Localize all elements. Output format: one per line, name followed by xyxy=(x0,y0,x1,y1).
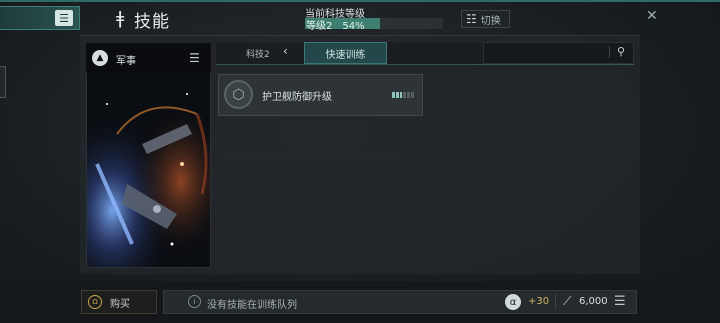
resource-divider xyxy=(555,294,556,309)
syringe-icon: ⟋ xyxy=(563,294,572,308)
bonus-value: +30 xyxy=(528,296,550,307)
category-title: 军事 xyxy=(116,56,136,67)
skill-label: 护卫舰防御升级 xyxy=(262,92,332,103)
queue-status-text: 没有技能在训练队列 xyxy=(207,300,297,311)
progress-segment xyxy=(399,92,403,98)
alpha-icon: α xyxy=(505,294,521,310)
chevron-left-icon[interactable]: ‹ xyxy=(283,44,288,58)
progress-segment xyxy=(411,92,414,98)
info-icon: i xyxy=(188,295,201,308)
menu-icon: ☰ xyxy=(55,10,73,26)
dna-icon: ǂ xyxy=(116,8,125,29)
category-menu-icon[interactable]: ☰ xyxy=(189,51,200,65)
background-ghost xyxy=(235,180,345,188)
progress-segment xyxy=(395,92,399,98)
tech-percent: 54% xyxy=(342,21,365,32)
coin-icon: Ω xyxy=(88,295,102,309)
search-divider xyxy=(609,46,610,58)
tab-breadcrumb[interactable]: 科技2 xyxy=(246,47,270,60)
search-icon[interactable]: ⚲ xyxy=(617,45,625,58)
buy-button[interactable]: Ω 购买 xyxy=(81,290,157,314)
background-ghost xyxy=(222,150,402,160)
progress-segment xyxy=(407,92,411,98)
progress-segment xyxy=(392,92,395,98)
switch-label: 切换 xyxy=(480,15,501,27)
tech-progress-text: 等级2 54% xyxy=(306,17,365,32)
progress-segment xyxy=(403,92,407,98)
close-icon[interactable]: ✕ xyxy=(646,8,658,24)
queue-menu-icon[interactable]: ☰ xyxy=(614,294,626,309)
main-menu-button[interactable]: ☰ xyxy=(0,6,80,30)
military-icon: ▲ xyxy=(92,50,108,66)
buy-label: 购买 xyxy=(110,298,130,310)
switch-button[interactable]: ☷ 切换 xyxy=(461,10,510,28)
list-icon: ☷ xyxy=(466,12,477,26)
side-drawer-handle[interactable] xyxy=(0,66,6,98)
resource-value: 6,000 xyxy=(579,296,608,307)
battle-artwork xyxy=(87,44,210,267)
category-card[interactable] xyxy=(86,43,211,268)
tech-level-value: 等级2 xyxy=(306,21,333,32)
top-accent-line xyxy=(0,0,720,2)
cube-icon: ⬡ xyxy=(224,80,253,109)
skill-progress xyxy=(392,92,414,98)
tab-quick-training[interactable]: 快速训练 xyxy=(304,42,387,64)
search-input[interactable] xyxy=(483,42,634,64)
page-title: 技能 xyxy=(134,12,170,32)
